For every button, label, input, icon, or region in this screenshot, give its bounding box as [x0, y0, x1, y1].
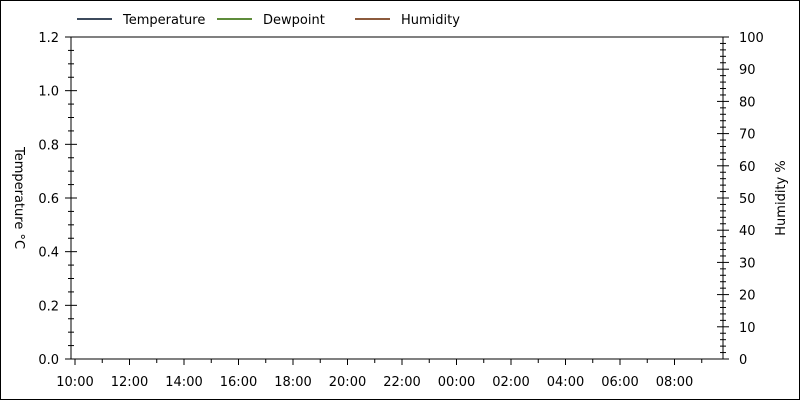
y-left-tick-label: 0.8	[38, 138, 59, 153]
y-right-tick-label: 70	[739, 128, 756, 143]
y-right-tick-label: 20	[739, 289, 756, 304]
y-left-tick-label: 1.0	[38, 85, 59, 100]
x-axis: 10:00 12:00 14:00 16:00 18:00 20:00 22:00 00:00…	[56, 359, 703, 390]
y-right-tick-label: 0	[739, 353, 747, 368]
x-tick-label: 20:00	[329, 375, 366, 390]
y-axis-right-label: Humidity %	[774, 160, 789, 235]
y-right-tick-label: 80	[739, 95, 756, 110]
x-tick-label: 18:00	[274, 375, 311, 390]
x-tick-label: 10:00	[56, 375, 93, 390]
chart-svg: Temperature Dewpoint Humidity 10:00 12:00 14…	[11, 13, 789, 390]
y-right-tick-label: 60	[739, 160, 756, 175]
y-left-tick-label: 0.2	[38, 299, 59, 314]
x-tick-label: 02:00	[492, 375, 529, 390]
x-tick-label: 16:00	[220, 375, 257, 390]
x-tick-label: 12:00	[111, 375, 148, 390]
x-tick-label: 04:00	[547, 375, 584, 390]
y-right-tick-label: 50	[739, 192, 756, 207]
y-right-tick-label: 100	[739, 31, 764, 46]
legend-label: Humidity	[401, 13, 460, 28]
plot-area	[70, 36, 724, 360]
y-right-tick-label: 10	[739, 321, 756, 336]
y-left-tick-label: 0.4	[38, 246, 59, 261]
x-tick-label: 00:00	[438, 375, 475, 390]
x-tick-label: 06:00	[601, 375, 638, 390]
y-right-tick-label: 40	[739, 224, 756, 239]
legend-label: Dewpoint	[263, 13, 325, 28]
y-right-tick-label: 90	[739, 63, 756, 78]
legend-label: Temperature	[122, 13, 205, 28]
y-axis-left-label: Temperature °C	[11, 146, 26, 249]
y-right-tick-label: 30	[739, 256, 756, 271]
y-left-tick-label: 0.0	[38, 353, 59, 368]
x-tick-label: 08:00	[656, 375, 693, 390]
x-tick-label: 14:00	[165, 375, 202, 390]
y-left-tick-label: 0.6	[38, 192, 59, 207]
legend: Temperature Dewpoint Humidity	[77, 13, 460, 28]
y-left-tick-label: 1.2	[38, 31, 59, 46]
x-tick-label: 22:00	[383, 375, 420, 390]
y-axis-right: 0 10 20 30 40 50 60 70 80 90 100	[717, 31, 764, 368]
